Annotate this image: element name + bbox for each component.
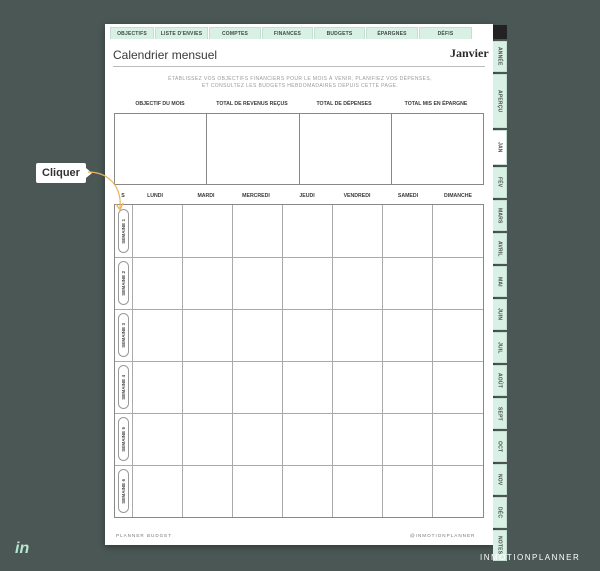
tab-annee[interactable]: ANNÉE xyxy=(493,41,507,72)
grid-line xyxy=(115,465,483,466)
goal-cell[interactable] xyxy=(392,114,483,184)
intro-text: ÉTABLISSEZ VOS OBJECTIFS FINANCIERS POUR… xyxy=(150,76,450,90)
week-4-button[interactable]: SEMAINE 4 xyxy=(118,365,129,409)
grid-line xyxy=(115,257,483,258)
inmotion-logo: in xyxy=(15,540,30,557)
week-3-button[interactable]: SEMAINE 3 xyxy=(118,313,129,357)
tab-jan[interactable]: JAN xyxy=(493,130,507,165)
intro-line-1: ÉTABLISSEZ VOS OBJECTIFS FINANCIERS POUR… xyxy=(168,76,432,82)
goal-header: OBJECTIF DU MOIS xyxy=(135,101,185,107)
month-title: Janvier xyxy=(450,46,489,60)
calendar-grid: SEMAINE 1 SEMAINE 2 SEMAINE 3 SEMAINE 4 … xyxy=(114,204,484,518)
day-header: VENDREDI xyxy=(343,193,371,199)
goal-cell[interactable] xyxy=(300,114,392,184)
cliquer-callout: Cliquer xyxy=(36,163,92,183)
grid-line xyxy=(115,413,483,414)
week-6-button[interactable]: SEMAINE 6 xyxy=(118,469,129,513)
tab-apercu[interactable]: APERÇU xyxy=(493,74,507,128)
tab-comptes[interactable]: COMPTES xyxy=(209,27,261,39)
tab-juin[interactable]: JUIN xyxy=(493,299,507,330)
goal-cell[interactable] xyxy=(115,114,208,184)
divider xyxy=(113,66,485,67)
tab-mai[interactable]: MAI xyxy=(493,266,507,297)
goals-table xyxy=(114,113,484,185)
grid-line xyxy=(115,361,483,362)
day-header: SAMEDI xyxy=(397,193,419,199)
tab-nov[interactable]: NOV xyxy=(493,464,507,495)
tab-juil[interactable]: JUIL xyxy=(493,332,507,363)
tab-sept[interactable]: SEPT xyxy=(493,398,507,429)
tab-epargnes[interactable]: ÉPARGNES xyxy=(366,27,418,39)
week-5-button[interactable]: SEMAINE 5 xyxy=(118,417,129,461)
tab-oct[interactable]: OCT xyxy=(493,431,507,462)
day-header: MARDI xyxy=(197,193,215,199)
goal-header: TOTAL DE REVENUS REÇUS xyxy=(216,101,288,107)
callout-arrow-icon xyxy=(87,171,124,212)
brand-name: INMOTIONPLANNER xyxy=(480,553,581,562)
top-tab-bar: OBJECTIFS LISTE D'ENVIES COMPTES FINANCE… xyxy=(110,27,472,39)
week-2-button[interactable]: SEMAINE 2 xyxy=(118,261,129,305)
tab-dec[interactable]: DÉC xyxy=(493,497,507,528)
tab-fev[interactable]: FÉV xyxy=(493,167,507,198)
intro-line-2: ET CONSULTEZ LES BUDGETS HEBDOMADAIRES D… xyxy=(201,83,399,89)
day-header: DIMANCHE xyxy=(444,193,472,199)
goal-header: TOTAL MIS EN ÉPARGNE xyxy=(404,101,468,107)
goal-header: TOTAL DE DÉPENSES xyxy=(316,101,372,107)
tab-liste-envies[interactable]: LISTE D'ENVIES xyxy=(155,27,208,39)
page-title: Calendrier mensuel xyxy=(113,48,218,62)
day-header: LUNDI xyxy=(147,193,163,199)
tab-budgets[interactable]: BUDGETS xyxy=(314,27,365,39)
tab-aout[interactable]: AOÛT xyxy=(493,365,507,396)
tab-marker xyxy=(493,25,507,39)
tab-mars[interactable]: MARS xyxy=(493,200,507,231)
grid-line xyxy=(115,309,483,310)
tab-objectifs[interactable]: OBJECTIFS xyxy=(110,27,154,39)
footer-right: @INMOTIONPLANNER xyxy=(410,533,476,538)
tab-avril[interactable]: AVRIL xyxy=(493,233,507,264)
day-header: MERCREDI xyxy=(242,193,270,199)
tab-finances[interactable]: FINANCES xyxy=(262,27,313,39)
goal-cell[interactable] xyxy=(207,114,300,184)
tab-defis[interactable]: DÉFIS xyxy=(419,27,472,39)
day-header: JEUDI xyxy=(299,193,315,199)
footer-left: PLANNER BUDGET xyxy=(116,533,173,538)
